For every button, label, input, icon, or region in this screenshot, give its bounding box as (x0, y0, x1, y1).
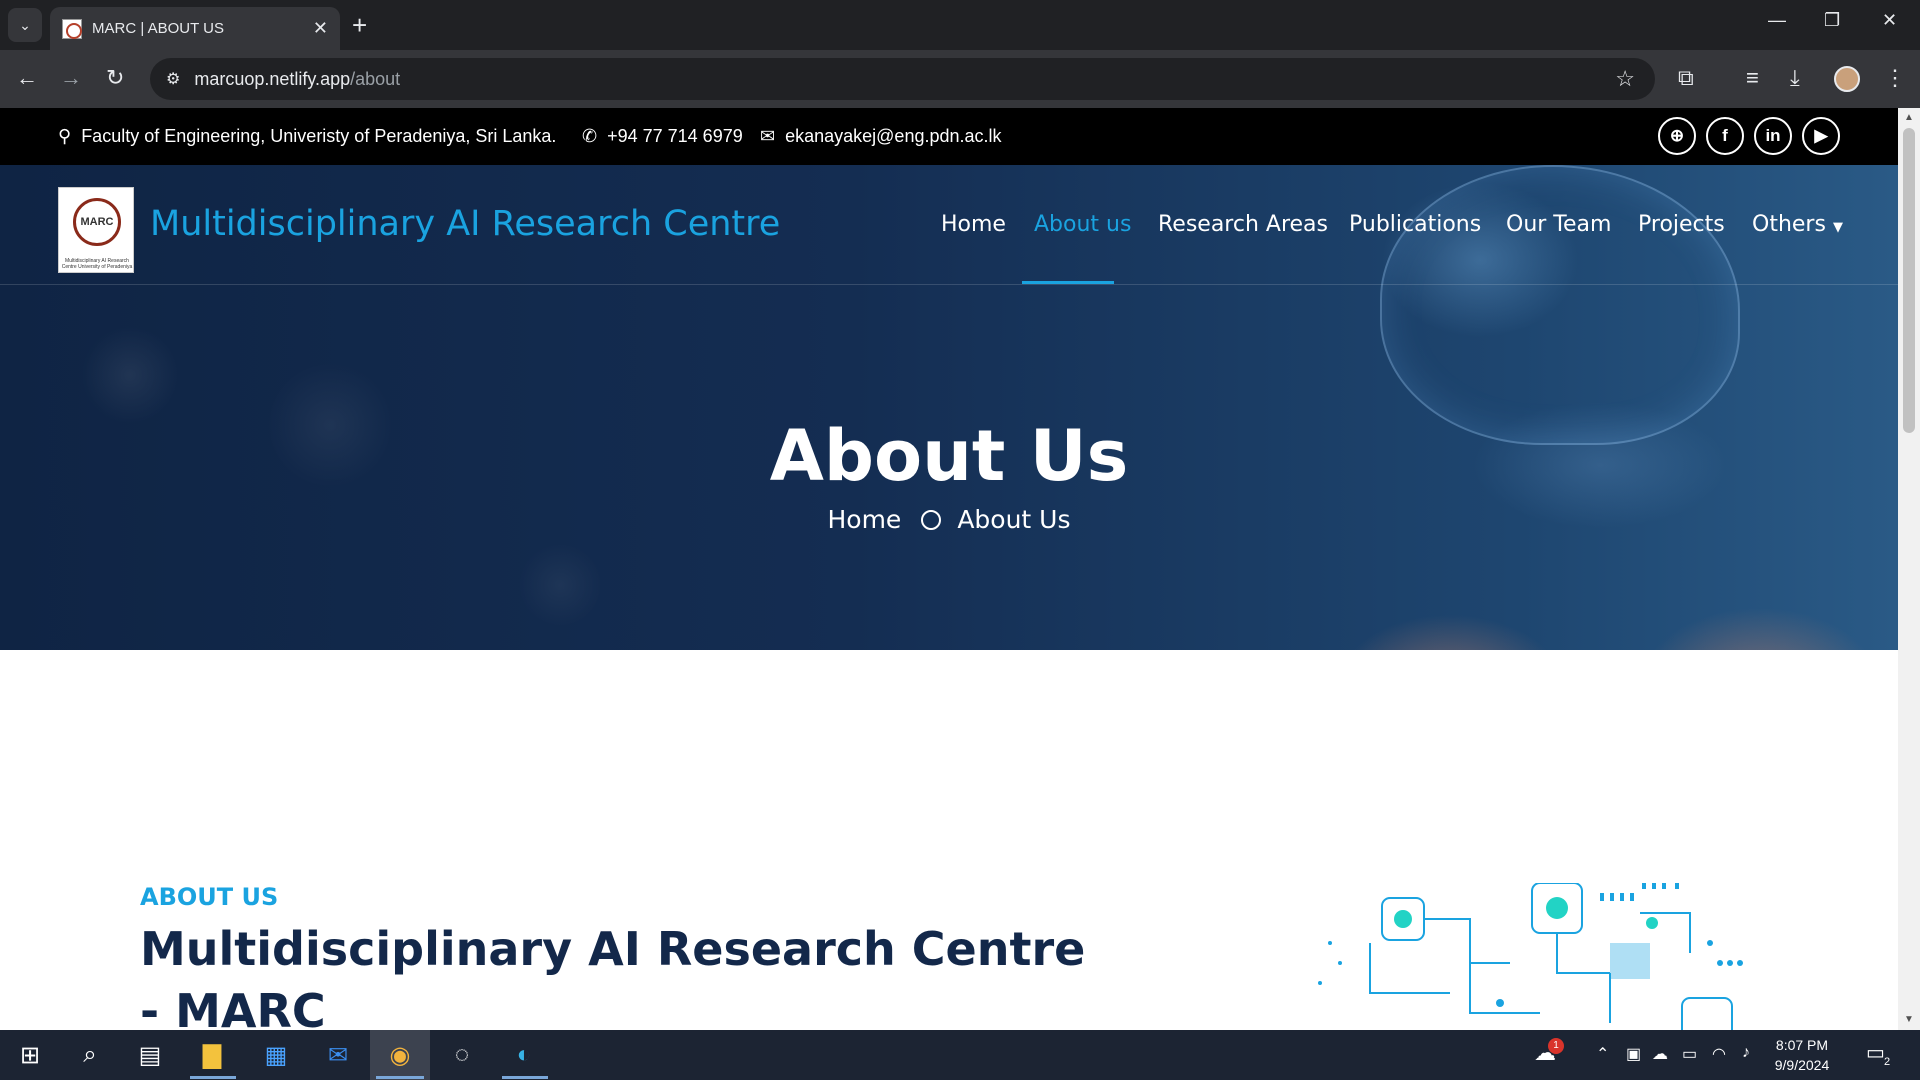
media-controls-icon[interactable]: ≡ (1746, 64, 1759, 92)
notification-count: 2 (1884, 1056, 1891, 1068)
scrollbar-thumb[interactable] (1903, 128, 1915, 433)
breadcrumb-separator-icon (921, 509, 942, 530)
envelope-icon: ✉ (760, 126, 776, 146)
site-brand-name[interactable]: Multidisciplinary AI Research Centre (150, 204, 780, 244)
tab-search-button[interactable]: ⌄ (8, 8, 42, 42)
file-explorer-icon[interactable]: ▇ (194, 1037, 230, 1073)
nav-projects[interactable]: Projects (1638, 212, 1725, 237)
nav-research-areas[interactable]: Research Areas (1158, 212, 1328, 237)
nav-others[interactable]: Others ▼ (1752, 212, 1843, 237)
clock-time: 8:07 PM (1775, 1037, 1829, 1053)
url-host: marcuop.netlify.app (194, 68, 351, 89)
windows-start-icon[interactable]: ⊞ (12, 1037, 48, 1073)
microsoft-store-icon[interactable]: ▦ (258, 1037, 294, 1073)
running-app-indicator (376, 1076, 424, 1079)
task-view-icon[interactable]: ▤ (132, 1037, 168, 1073)
chrome-icon[interactable]: ◉ (382, 1037, 418, 1073)
marc-logo[interactable]: MARC Multidisciplinary AI Research Centr… (58, 187, 134, 273)
show-hidden-icons-icon[interactable]: ⌃ (1596, 1044, 1609, 1064)
ai-circuit-illustration (1318, 883, 1743, 1030)
new-tab-button[interactable]: + (352, 10, 367, 40)
facebook-icon[interactable]: f (1706, 117, 1744, 155)
hero-banner: MARC Multidisciplinary AI Research Centr… (0, 165, 1898, 650)
bookmark-star-icon[interactable]: ☆ (1615, 66, 1635, 92)
nav-publications[interactable]: Publications (1349, 212, 1481, 237)
email-info[interactable]: ✉ ekanayakej@eng.pdn.ac.lk (760, 126, 1002, 147)
running-app-indicator (502, 1076, 548, 1079)
address-text: Faculty of Engineering, Univeristy of Pe… (81, 126, 557, 146)
site-info-icon[interactable]: ⚙ (166, 69, 180, 89)
address-info: ⚲ Faculty of Engineering, Univeristy of … (58, 126, 556, 147)
edge-icon[interactable]: ◐ (506, 1037, 542, 1073)
running-app-indicator (190, 1076, 236, 1079)
volume-icon[interactable]: ♪ (1742, 1044, 1750, 1062)
notification-center-icon[interactable]: ▭ (1866, 1040, 1885, 1065)
marc-favicon-icon (62, 18, 82, 39)
globe-icon[interactable]: ⊕ (1658, 117, 1696, 155)
phone-info: ✆ +94 77 714 6979 (582, 126, 743, 147)
weather-badge: 1 (1548, 1038, 1564, 1054)
back-arrow-icon[interactable]: ← (16, 64, 38, 92)
forward-arrow-icon[interactable]: → (60, 64, 82, 92)
nav-about-us[interactable]: About us (1034, 212, 1131, 237)
page-scrollbar[interactable]: ▲ ▼ (1898, 108, 1920, 1030)
browser-tab[interactable]: MARC | ABOUT US ✕ (50, 7, 340, 50)
breadcrumb-current: About Us (957, 505, 1071, 534)
linkedin-icon[interactable]: in (1754, 117, 1792, 155)
youtube-icon[interactable]: ▶ (1802, 117, 1840, 155)
map-pin-icon: ⚲ (58, 126, 72, 146)
restore-icon[interactable]: ❐ (1824, 10, 1840, 31)
section-eyebrow: ABOUT US (140, 883, 279, 911)
page-title: About Us (769, 415, 1129, 497)
meet-now-icon[interactable]: ▣ (1626, 1044, 1641, 1064)
browser-toolbar: ← → ↻ ⚙ marcuop.netlify.app /about ☆ ⧉ ≡… (0, 50, 1920, 108)
browser-tab-strip: ⌄ MARC | ABOUT US ✕ + — ❐ ✕ (0, 0, 1920, 50)
phone-icon: ✆ (582, 126, 598, 146)
search-icon[interactable]: ⌕ (72, 1037, 108, 1073)
battery-icon[interactable]: ▭ (1682, 1044, 1697, 1064)
tab-close-icon[interactable]: ✕ (313, 18, 328, 39)
breadcrumb: Home About Us (0, 505, 1898, 534)
nav-home[interactable]: Home (941, 212, 1006, 237)
minimize-icon[interactable]: — (1768, 10, 1786, 31)
extensions-icon[interactable]: ⧉ (1678, 64, 1694, 92)
contact-topbar: ⚲ Faculty of Engineering, Univeristy of … (0, 108, 1898, 165)
section-heading: Multidisciplinary AI Research Centre - M… (140, 922, 1086, 1030)
page-viewport: ⚲ Faculty of Engineering, Univeristy of … (0, 108, 1898, 1030)
reload-icon[interactable]: ↻ (106, 64, 124, 92)
nav-others-label: Others (1752, 212, 1826, 237)
onedrive-icon[interactable]: ☁ (1652, 1044, 1668, 1064)
chrome-menu-icon[interactable]: ⋮ (1884, 64, 1906, 92)
phone-text: +94 77 714 6979 (607, 126, 743, 146)
whatsapp-icon[interactable]: ◌ (444, 1037, 480, 1073)
clock-date: 9/9/2024 (1774, 1057, 1830, 1073)
wifi-icon[interactable]: ◠ (1712, 1044, 1726, 1064)
caret-down-icon: ▼ (1832, 220, 1843, 235)
logo-text: MARC (80, 216, 114, 228)
close-window-icon[interactable]: ✕ (1882, 10, 1897, 31)
mail-icon[interactable]: ✉ (320, 1037, 356, 1073)
brain-illustration (1380, 165, 1740, 445)
url-path: /about (350, 68, 401, 89)
email-text[interactable]: ekanayakej@eng.pdn.ac.lk (785, 126, 1001, 147)
system-clock[interactable]: 8:07 PM 9/9/2024 (1762, 1035, 1842, 1075)
address-bar[interactable]: ⚙ marcuop.netlify.app /about ☆ (150, 58, 1655, 100)
download-icon[interactable]: ⤓ (1790, 64, 1800, 92)
profile-avatar[interactable] (1834, 66, 1860, 92)
logo-subtitle: Multidisciplinary AI Research Centre Uni… (61, 258, 133, 270)
scroll-up-icon[interactable]: ▲ (1904, 112, 1914, 123)
tab-title: MARC | ABOUT US (92, 20, 224, 37)
breadcrumb-home[interactable]: Home (827, 505, 901, 534)
scroll-down-icon[interactable]: ▼ (1904, 1014, 1914, 1025)
nav-our-team[interactable]: Our Team (1506, 212, 1611, 237)
nav-divider (0, 284, 1898, 285)
